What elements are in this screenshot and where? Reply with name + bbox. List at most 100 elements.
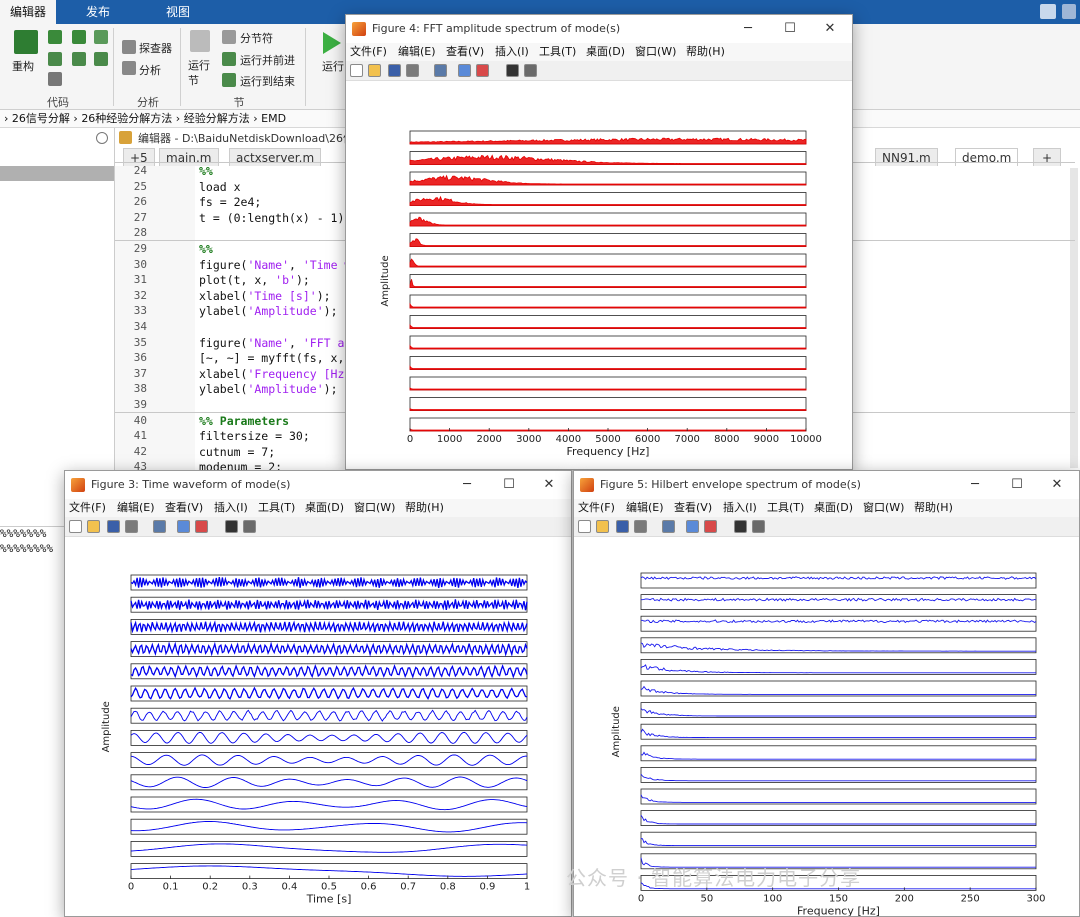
- breadcrumb-item[interactable]: 26信号分解: [12, 112, 70, 125]
- code-line[interactable]: figure('Name', 'FFT am: [199, 336, 351, 350]
- run-to-end-icon[interactable]: [222, 73, 236, 87]
- subplot-axes[interactable]: [409, 253, 807, 268]
- section-break-icon[interactable]: [222, 30, 236, 44]
- subplot-axes[interactable]: [640, 572, 1037, 589]
- menu-item[interactable]: 窗口(W): [354, 499, 395, 517]
- code-line[interactable]: t = (0:length(x) - 1)': [199, 211, 351, 225]
- analyze-icon[interactable]: [122, 61, 136, 75]
- menu-item[interactable]: 工具(T): [767, 499, 804, 517]
- explorer-icon[interactable]: [122, 40, 136, 54]
- code-line[interactable]: load x: [199, 180, 241, 194]
- menu-item[interactable]: 插入(I): [495, 43, 529, 61]
- colorbar-icon[interactable]: [686, 520, 699, 533]
- close-icon[interactable]: ✕: [1037, 471, 1077, 499]
- subplot-axes[interactable]: [409, 356, 807, 370]
- new-figure-icon[interactable]: [69, 520, 82, 533]
- menu-item[interactable]: 帮助(H): [914, 499, 953, 517]
- colorbar-icon[interactable]: [458, 64, 471, 77]
- subplot-axes[interactable]: [640, 745, 1037, 762]
- menu-item[interactable]: 文件(F): [69, 499, 106, 517]
- menu-item[interactable]: 窗口(W): [635, 43, 676, 61]
- subplot-axes[interactable]: [640, 723, 1037, 740]
- menu-item[interactable]: 查看(V): [674, 499, 712, 517]
- subplot-axes[interactable]: [130, 707, 528, 724]
- time-plot-area[interactable]: 0 0.1 0.2 0.3 0.4 0.5 0.6 0.7 0.8 0.9 1 Time [s] Amp…: [65, 537, 571, 916]
- run-button[interactable]: 运行: [322, 58, 344, 74]
- link-icon[interactable]: [662, 520, 675, 533]
- subplot-axes[interactable]: [640, 810, 1037, 827]
- subplot-axes[interactable]: [640, 615, 1037, 632]
- open-icon[interactable]: [368, 64, 381, 77]
- subplot-axes[interactable]: [640, 594, 1037, 610]
- menu-item[interactable]: 桌面(D): [814, 499, 853, 517]
- section-break-button[interactable]: 分节符: [240, 30, 273, 46]
- run-icon[interactable]: [323, 32, 341, 54]
- run-section-button[interactable]: 运行节: [188, 58, 214, 88]
- figure-fft-window[interactable]: Figure 4: FFT amplitude spectrum of mode…: [345, 14, 853, 470]
- subplot-axes[interactable]: [409, 397, 807, 411]
- menu-item[interactable]: 工具(T): [539, 43, 576, 61]
- legend-icon[interactable]: [704, 520, 717, 533]
- tab-actxserver[interactable]: actxserver.m: [229, 148, 322, 166]
- subplot-axes[interactable]: [640, 702, 1037, 719]
- tab-demo[interactable]: demo.m: [955, 148, 1019, 166]
- breadcrumb-item[interactable]: EMD: [261, 112, 286, 125]
- subplot-axes[interactable]: [409, 335, 807, 350]
- save-icon[interactable]: [616, 520, 629, 533]
- breadcrumb-item[interactable]: 26种经验分解方法: [81, 112, 172, 125]
- code-line[interactable]: filtersize = 30;: [199, 429, 310, 443]
- code-line[interactable]: fs = 2e4;: [199, 195, 261, 209]
- link-icon[interactable]: [153, 520, 166, 533]
- menu-item[interactable]: 编辑(E): [117, 499, 155, 517]
- percent-icon[interactable]: [48, 30, 62, 44]
- save-icon[interactable]: [1040, 4, 1056, 19]
- analyze-button[interactable]: 分析: [139, 62, 161, 78]
- menu-item[interactable]: 查看(V): [165, 499, 203, 517]
- quick-access-icon[interactable]: [1062, 4, 1076, 19]
- code-line[interactable]: xlabel('Frequency [Hz]: [199, 367, 351, 381]
- close-icon[interactable]: ✕: [529, 471, 569, 499]
- minimize-icon[interactable]: ─: [728, 15, 768, 43]
- menu-item[interactable]: 桌面(D): [586, 43, 625, 61]
- tab-nn91[interactable]: NN91.m: [875, 148, 938, 166]
- menu-item[interactable]: 文件(F): [350, 43, 387, 61]
- property-icon[interactable]: [752, 520, 765, 533]
- run-to-end-button[interactable]: 运行到结束: [240, 73, 295, 89]
- menu-item[interactable]: 插入(I): [723, 499, 757, 517]
- tab-view[interactable]: 视图: [150, 0, 206, 24]
- code-line[interactable]: %%: [199, 242, 213, 256]
- menu-item[interactable]: 编辑(E): [398, 43, 436, 61]
- code-line[interactable]: [~, ~] = myfft(fs, x,: [199, 351, 351, 365]
- function-icon[interactable]: [14, 30, 38, 54]
- indent-icon[interactable]: [72, 52, 86, 66]
- menu-item[interactable]: 编辑(E): [626, 499, 664, 517]
- menu-item[interactable]: 帮助(H): [405, 499, 444, 517]
- run-advance-button[interactable]: 运行并前进: [240, 52, 295, 68]
- print-icon[interactable]: [125, 520, 138, 533]
- pointer-icon[interactable]: [225, 520, 238, 533]
- subplot-axes[interactable]: [640, 831, 1037, 848]
- subplot-axes[interactable]: [409, 274, 807, 288]
- legend-icon[interactable]: [476, 64, 489, 77]
- subplot-axes[interactable]: [409, 315, 807, 329]
- refactor-button[interactable]: 重构: [12, 58, 34, 74]
- pointer-icon[interactable]: [506, 64, 519, 77]
- sum-icon[interactable]: [48, 52, 62, 66]
- maximize-icon[interactable]: ☐: [770, 15, 810, 43]
- uncomment-icon[interactable]: [94, 30, 108, 44]
- maximize-icon[interactable]: ☐: [997, 471, 1037, 499]
- hilbert-plot-area[interactable]: 0 50 100 150 200 250 300 Frequency [Hz] Amplitud…: [574, 537, 1079, 916]
- menu-item[interactable]: 工具(T): [258, 499, 295, 517]
- property-icon[interactable]: [243, 520, 256, 533]
- open-icon[interactable]: [87, 520, 100, 533]
- subplot-axes[interactable]: [409, 212, 807, 227]
- print-icon[interactable]: [406, 64, 419, 77]
- menu-item[interactable]: 窗口(W): [863, 499, 904, 517]
- run-advance-icon[interactable]: [222, 52, 236, 66]
- subplot-axes[interactable]: [130, 752, 528, 769]
- subplot-axes[interactable]: [409, 294, 807, 309]
- subplot-axes[interactable]: [130, 774, 528, 791]
- subplot-axes[interactable]: [130, 840, 528, 857]
- minimize-icon[interactable]: ─: [447, 471, 487, 499]
- figure-hilbert-window[interactable]: Figure 5: Hilbert envelope spectrum of m…: [573, 470, 1080, 917]
